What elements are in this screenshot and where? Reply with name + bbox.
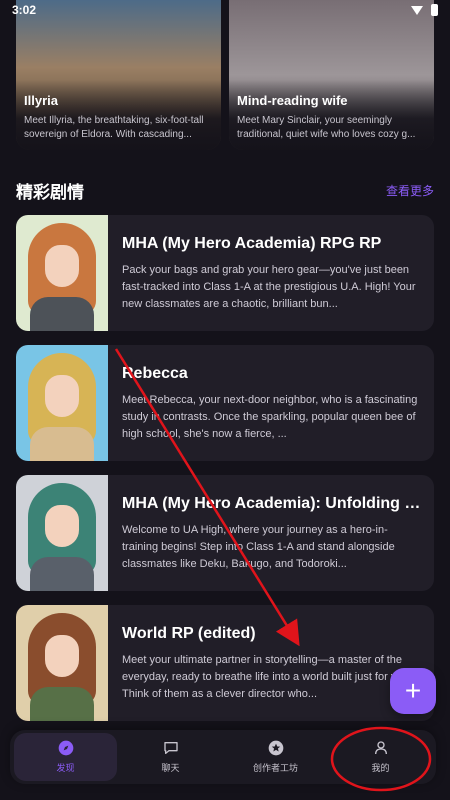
- compass-icon: [58, 740, 73, 756]
- story-card-mha-unfolding[interactable]: MHA (My Hero Academia): Unfolding C... W…: [16, 475, 434, 591]
- story-card-rebecca[interactable]: Rebecca Meet Rebecca, your next-door nei…: [16, 345, 434, 461]
- story-thumbnail: [16, 475, 108, 591]
- see-more-link[interactable]: 查看更多: [386, 182, 434, 199]
- featured-carousel: Illyria Meet Illyria, the breathtaking, …: [16, 0, 450, 150]
- featured-card-mind-reading-wife[interactable]: Mind-reading wife Meet Mary Sinclair, yo…: [229, 0, 434, 150]
- story-title: MHA (My Hero Academia): Unfolding C...: [122, 495, 422, 512]
- story-title: World RP (edited): [122, 625, 256, 642]
- story-description: Meet your ultimate partner in storytelli…: [122, 654, 412, 700]
- section-header: 精彩剧情 查看更多: [16, 178, 434, 203]
- section-title: 精彩剧情: [16, 183, 84, 202]
- story-card-mha-rpg[interactable]: MHA (My Hero Academia) RPG RP Pack your …: [16, 215, 434, 331]
- nav-item-creator-workshop[interactable]: 创作者工坊: [224, 733, 327, 781]
- nav-item-label: 聊天: [161, 763, 180, 773]
- featured-card-description: Meet Illyria, the breathtaking, six-foot…: [24, 115, 204, 140]
- story-description: Meet Rebecca, your next-door neighbor, w…: [122, 394, 418, 440]
- star-badge-icon: [268, 740, 283, 756]
- nav-item-profile[interactable]: 我的: [329, 733, 432, 781]
- featured-card-title: Mind-reading wife: [237, 93, 348, 108]
- story-thumbnail: [16, 605, 108, 721]
- story-thumbnail: [16, 345, 108, 461]
- person-icon: [374, 741, 387, 755]
- nav-item-label: 创作者工坊: [252, 763, 298, 773]
- story-description: Pack your bags and grab your hero gear—y…: [122, 264, 416, 310]
- nav-item-discover[interactable]: 发现: [14, 733, 117, 781]
- nav-item-label: 我的: [371, 763, 390, 773]
- nav-item-label: 发现: [56, 763, 75, 773]
- battery-icon: [431, 4, 438, 16]
- status-bar: 3:02: [0, 0, 450, 20]
- story-title: Rebecca: [122, 365, 188, 382]
- featured-card-title: Illyria: [24, 93, 58, 108]
- bottom-navigation: 发现 聊天 创作者工坊 我的: [10, 730, 436, 784]
- wifi-icon: [411, 5, 423, 15]
- nav-item-chat[interactable]: 聊天: [119, 733, 222, 781]
- story-description: Welcome to UA High, where your journey a…: [122, 524, 395, 570]
- chat-bubble-icon: [163, 742, 178, 754]
- featured-card-description: Meet Mary Sinclair, your seemingly tradi…: [237, 115, 416, 140]
- create-fab-button[interactable]: +: [390, 668, 436, 714]
- status-time: 3:02: [12, 3, 37, 17]
- featured-card-illyria[interactable]: Illyria Meet Illyria, the breathtaking, …: [16, 0, 221, 150]
- story-thumbnail: [16, 215, 108, 331]
- story-card-world-rp[interactable]: World RP (edited) Meet your ultimate par…: [16, 605, 434, 721]
- status-icons: [411, 4, 438, 16]
- story-title: MHA (My Hero Academia) RPG RP: [122, 235, 382, 252]
